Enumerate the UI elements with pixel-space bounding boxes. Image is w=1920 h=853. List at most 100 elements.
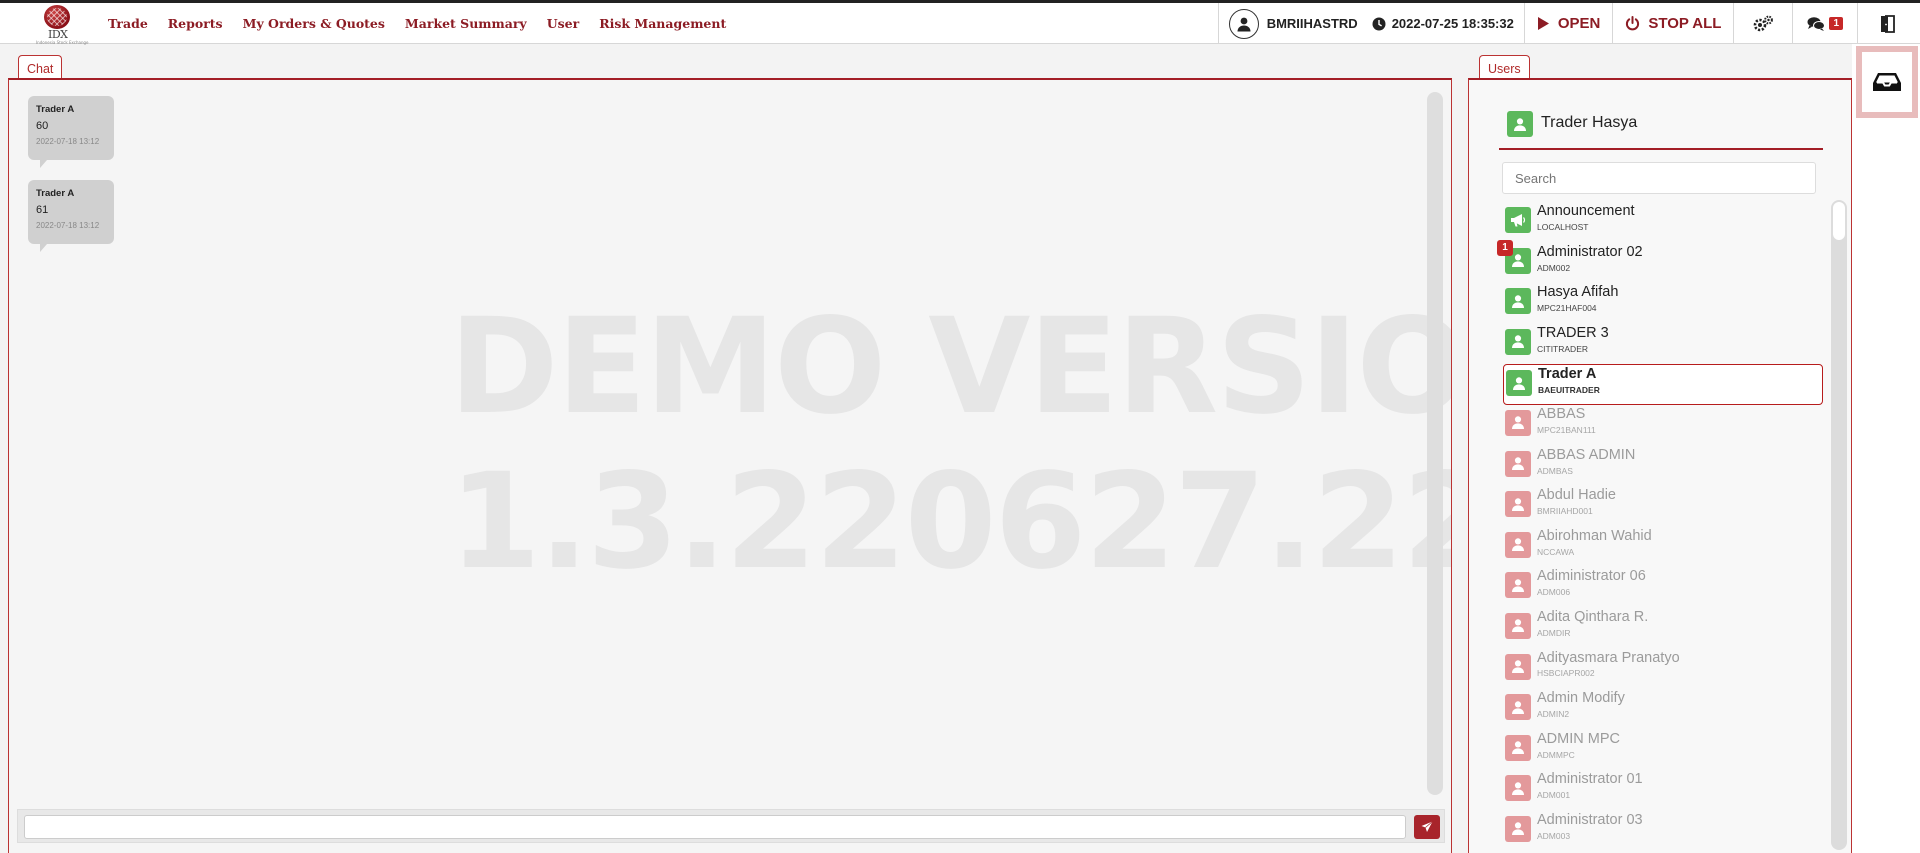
user-name: Admin Modify bbox=[1537, 690, 1625, 707]
user-info: BMRIIHASTRD 2022-07-25 18:35:32 bbox=[1217, 3, 1524, 44]
user-info: Abirohman Wahid NCCAWA bbox=[1537, 527, 1652, 557]
user-info: Abdul Hadie BMRIIAHD001 bbox=[1537, 487, 1616, 517]
clock-icon bbox=[1372, 17, 1386, 31]
comments-icon bbox=[1807, 16, 1826, 31]
user-code: BAEUITRADER bbox=[1538, 385, 1600, 396]
user-icon bbox=[1507, 111, 1533, 137]
right-dock bbox=[1852, 44, 1920, 853]
user-code: MPC21HAF004 bbox=[1537, 303, 1597, 314]
user-name: Abdul Hadie bbox=[1537, 487, 1616, 504]
nav-trade[interactable]: Trade bbox=[108, 16, 148, 31]
message-sender: Trader A bbox=[36, 188, 75, 199]
user-name: Announcement bbox=[1537, 203, 1635, 219]
message-time: 2022-07-18 13:12 bbox=[36, 137, 100, 146]
user-code: ADM002 bbox=[1537, 262, 1571, 273]
chat-toggle-button[interactable]: 1 bbox=[1792, 3, 1857, 44]
paper-plane-icon bbox=[1421, 821, 1433, 832]
send-button[interactable] bbox=[1414, 815, 1440, 839]
power-icon bbox=[1626, 16, 1640, 31]
user-name: Adita Qinthara R. bbox=[1537, 608, 1649, 625]
user-list-item[interactable]: Announcement LOCALHOST bbox=[1503, 202, 1819, 243]
user-list-scrollbar[interactable] bbox=[1831, 200, 1847, 850]
message-time: 2022-07-18 13:12 bbox=[36, 221, 100, 230]
users-panel: Trader Hasya Announcement LOCALHOST 1 Admin… bbox=[1468, 78, 1852, 853]
user-name: Hasya Afifah bbox=[1537, 284, 1619, 301]
user-icon bbox=[1505, 288, 1531, 315]
scrollbar-thumb[interactable] bbox=[1833, 202, 1845, 240]
door-exit-icon bbox=[1881, 14, 1895, 33]
user-list-item[interactable]: Abirohman Wahid NCCAWA bbox=[1503, 527, 1819, 568]
user-list-item[interactable]: 1 Administrator 02 ADM002 bbox=[1497, 239, 1819, 284]
nav-market-summary[interactable]: Market Summary bbox=[405, 16, 527, 31]
user-list-item[interactable]: Administrator 03 ADM003 bbox=[1503, 811, 1819, 852]
user-name: Administrator 03 bbox=[1537, 811, 1643, 828]
user-list-item[interactable]: ADMIN MPC ADMMPC bbox=[1503, 730, 1819, 771]
chat-message-input[interactable] bbox=[24, 815, 1406, 839]
user-list-item[interactable]: ABBAS MPC21BAN111 bbox=[1503, 405, 1819, 446]
user-list-item[interactable]: Abdul Hadie BMRIIAHD001 bbox=[1503, 486, 1819, 527]
user-code: ADMIN2 bbox=[1537, 709, 1570, 720]
nav-user[interactable]: User bbox=[547, 16, 579, 31]
user-icon bbox=[1505, 694, 1531, 721]
nav-risk-management[interactable]: Risk Management bbox=[599, 16, 726, 31]
user-name: Trader A bbox=[1538, 366, 1597, 383]
user-list-item[interactable]: Adityasmara Pranatyo HSBCIAPR002 bbox=[1503, 649, 1819, 690]
user-icon bbox=[1505, 531, 1531, 558]
watermark-line-1: DEMO VERSION bbox=[449, 290, 1451, 444]
user-list-item[interactable]: Adita Qinthara R. ADMDIR bbox=[1503, 608, 1819, 649]
chat-unread-badge: 1 bbox=[1829, 17, 1843, 30]
user-list-item[interactable]: Administrator 01 ADM001 bbox=[1503, 770, 1819, 811]
nav-my-orders-quotes[interactable]: My Orders & Quotes bbox=[243, 16, 385, 31]
user-code: ADM003 bbox=[1537, 830, 1571, 841]
inbox-button[interactable] bbox=[1856, 46, 1918, 118]
watermark-line-2: 1.3.220627.221 bbox=[449, 445, 1451, 599]
main-nav: Trade Reports My Orders & Quotes Market … bbox=[108, 3, 746, 44]
user-code: BMRIIAHD001 bbox=[1537, 506, 1593, 517]
user-code: HSBCIAPR002 bbox=[1537, 668, 1595, 679]
user-list-item[interactable]: ABBAS ADMIN ADMBAS bbox=[1503, 446, 1819, 487]
user-icon bbox=[1505, 491, 1531, 518]
logout-button[interactable] bbox=[1857, 3, 1920, 44]
stop-all-button[interactable]: STOP ALL bbox=[1612, 3, 1733, 44]
user-info: Admin Modify ADMIN2 bbox=[1537, 690, 1625, 720]
server-datetime: 2022-07-25 18:35:32 bbox=[1391, 16, 1514, 31]
user-list-item[interactable]: Admin Modify ADMIN2 bbox=[1503, 689, 1819, 730]
user-name: ABBAS ADMIN bbox=[1537, 446, 1636, 463]
user-code: LOCALHOST bbox=[1537, 221, 1589, 232]
user-icon bbox=[1505, 775, 1531, 802]
open-button[interactable]: OPEN bbox=[1523, 3, 1613, 44]
user-info: Administrator 02 ADM002 bbox=[1537, 244, 1643, 273]
user-code: MPC21BAN111 bbox=[1537, 424, 1596, 435]
user-name: Adityasmara Pranatyo bbox=[1537, 649, 1680, 666]
message-text: 60 bbox=[36, 120, 49, 132]
user-list-item[interactable]: Trader A BAEUITRADER bbox=[1503, 364, 1823, 405]
settings-button[interactable] bbox=[1733, 3, 1792, 44]
user-info: Adityasmara Pranatyo HSBCIAPR002 bbox=[1537, 649, 1680, 679]
user-list-item[interactable]: TRADER 3 CITITRADER bbox=[1503, 324, 1819, 365]
user-search-input[interactable] bbox=[1502, 162, 1816, 194]
user-code: ADMDIR bbox=[1537, 627, 1571, 638]
user-list-item[interactable]: Adiministrator 06 ADM006 bbox=[1503, 567, 1819, 608]
message-text: 61 bbox=[36, 204, 49, 216]
user-code: ADMMPC bbox=[1537, 749, 1575, 760]
topbar-right: BMRIIHASTRD 2022-07-25 18:35:32 OPEN STO… bbox=[1217, 3, 1920, 44]
user-avatar-icon[interactable] bbox=[1228, 8, 1259, 39]
stop-all-label: STOP ALL bbox=[1648, 15, 1722, 32]
user-code: ADM006 bbox=[1537, 587, 1571, 598]
chat-scrollbar[interactable] bbox=[1427, 92, 1443, 795]
user-list-item[interactable]: Hasya Afifah MPC21HAF004 bbox=[1503, 283, 1819, 324]
nav-reports[interactable]: Reports bbox=[168, 16, 223, 31]
gears-icon bbox=[1754, 15, 1774, 31]
user-info: Trader A BAEUITRADER bbox=[1538, 366, 1600, 396]
play-icon bbox=[1537, 17, 1549, 30]
user-name: Abirohman Wahid bbox=[1537, 527, 1652, 544]
unread-badge: 1 bbox=[1497, 239, 1513, 256]
user-icon bbox=[1505, 612, 1531, 639]
demo-watermark: DEMO VERSION 1.3.220627.221 bbox=[449, 290, 1451, 600]
idx-logo[interactable]: IDX Indonesia Stock Exchange bbox=[36, 5, 89, 45]
user-info: TRADER 3 CITITRADER bbox=[1537, 325, 1609, 354]
user-name: ABBAS bbox=[1537, 405, 1586, 422]
message-sender: Trader A bbox=[36, 104, 75, 115]
chat-compose-bar bbox=[17, 809, 1445, 843]
user-icon bbox=[1505, 409, 1531, 436]
